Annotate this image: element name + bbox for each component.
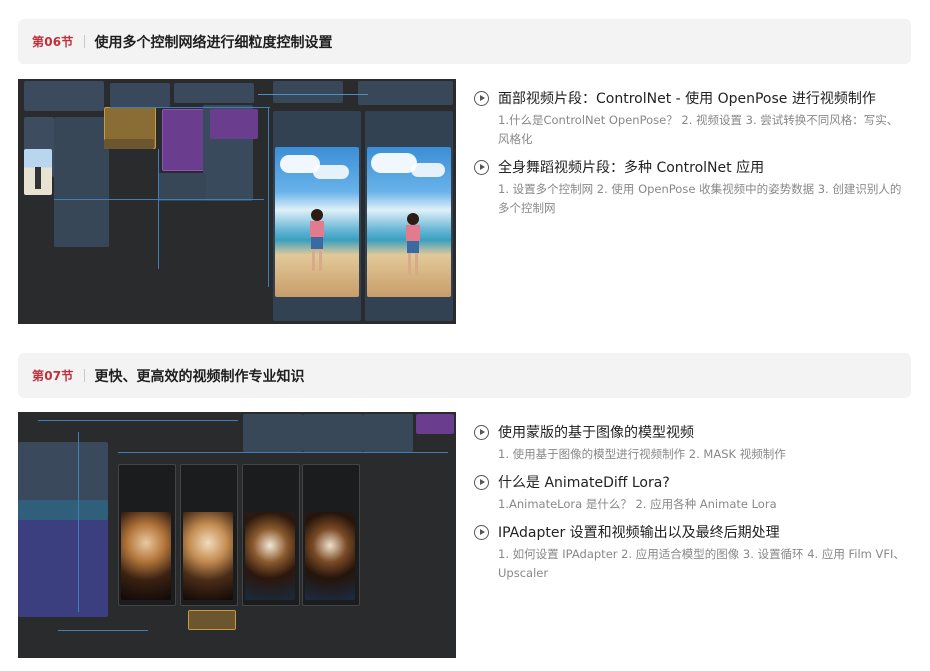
section-06-lesson-list: 面部视频片段：ControlNet - 使用 OpenPose 进行视频制作 1… [474,87,904,225]
lesson-title[interactable]: 使用蒙版的基于图像的模型视频 [498,422,694,442]
lesson-item[interactable]: 使用蒙版的基于图像的模型视频 1. 使用基于图像的模型进行视频制作 2. MAS… [474,421,904,464]
section-title: 更快、更高效的视频制作专业知识 [94,368,305,385]
lesson-title[interactable]: 全身舞蹈视频片段：多种 ControlNet 应用 [498,157,764,177]
lesson-title[interactable]: 面部视频片段：ControlNet - 使用 OpenPose 进行视频制作 [498,88,876,108]
section-header-07: 第07节 更快、更高效的视频制作专业知识 [18,353,911,398]
play-icon[interactable] [474,159,489,175]
lesson-title[interactable]: 什么是 AnimateDiff Lora? [498,472,670,492]
section-07-thumbnail[interactable] [18,412,456,658]
section-number: 第06节 [32,35,74,49]
lesson-item[interactable]: 全身舞蹈视频片段：多种 ControlNet 应用 1. 设置多个控制网 2. … [474,156,904,218]
lesson-title[interactable]: IPAdapter 设置和视频输出以及最终后期处理 [498,522,780,542]
lesson-item[interactable]: IPAdapter 设置和视频输出以及最终后期处理 1. 如何设置 IPAdap… [474,521,905,583]
lesson-description: 1. 设置多个控制网 2. 使用 OpenPose 收集视频中的姿势数据 3. … [498,182,902,215]
lesson-description: 1.什么是ControlNet OpenPose？ 2. 视频设置 3. 尝试转… [498,113,899,146]
divider [83,369,85,382]
section-07-lesson-list: 使用蒙版的基于图像的模型视频 1. 使用基于图像的模型进行视频制作 2. MAS… [474,421,905,590]
play-icon[interactable] [474,474,489,490]
lesson-item[interactable]: 面部视频片段：ControlNet - 使用 OpenPose 进行视频制作 1… [474,87,904,149]
lesson-description: 1.AnimateLora 是什么？ 2. 应用各种 Animate Lora [498,497,777,511]
section-number: 第07节 [32,369,74,383]
divider [83,35,85,48]
section-06-thumbnail[interactable] [18,79,456,324]
play-icon[interactable] [474,524,489,540]
play-icon[interactable] [474,90,489,106]
play-icon[interactable] [474,424,489,440]
lesson-description: 1. 使用基于图像的模型进行视频制作 2. MASK 视频制作 [498,447,786,461]
lesson-item[interactable]: 什么是 AnimateDiff Lora? 1.AnimateLora 是什么？… [474,471,904,514]
section-title: 使用多个控制网络进行细粒度控制设置 [94,34,333,51]
section-header-06: 第06节 使用多个控制网络进行细粒度控制设置 [18,19,911,64]
lesson-description: 1. 如何设置 IPAdapter 2. 应用适合模型的图像 3. 设置循环 4… [498,547,905,580]
